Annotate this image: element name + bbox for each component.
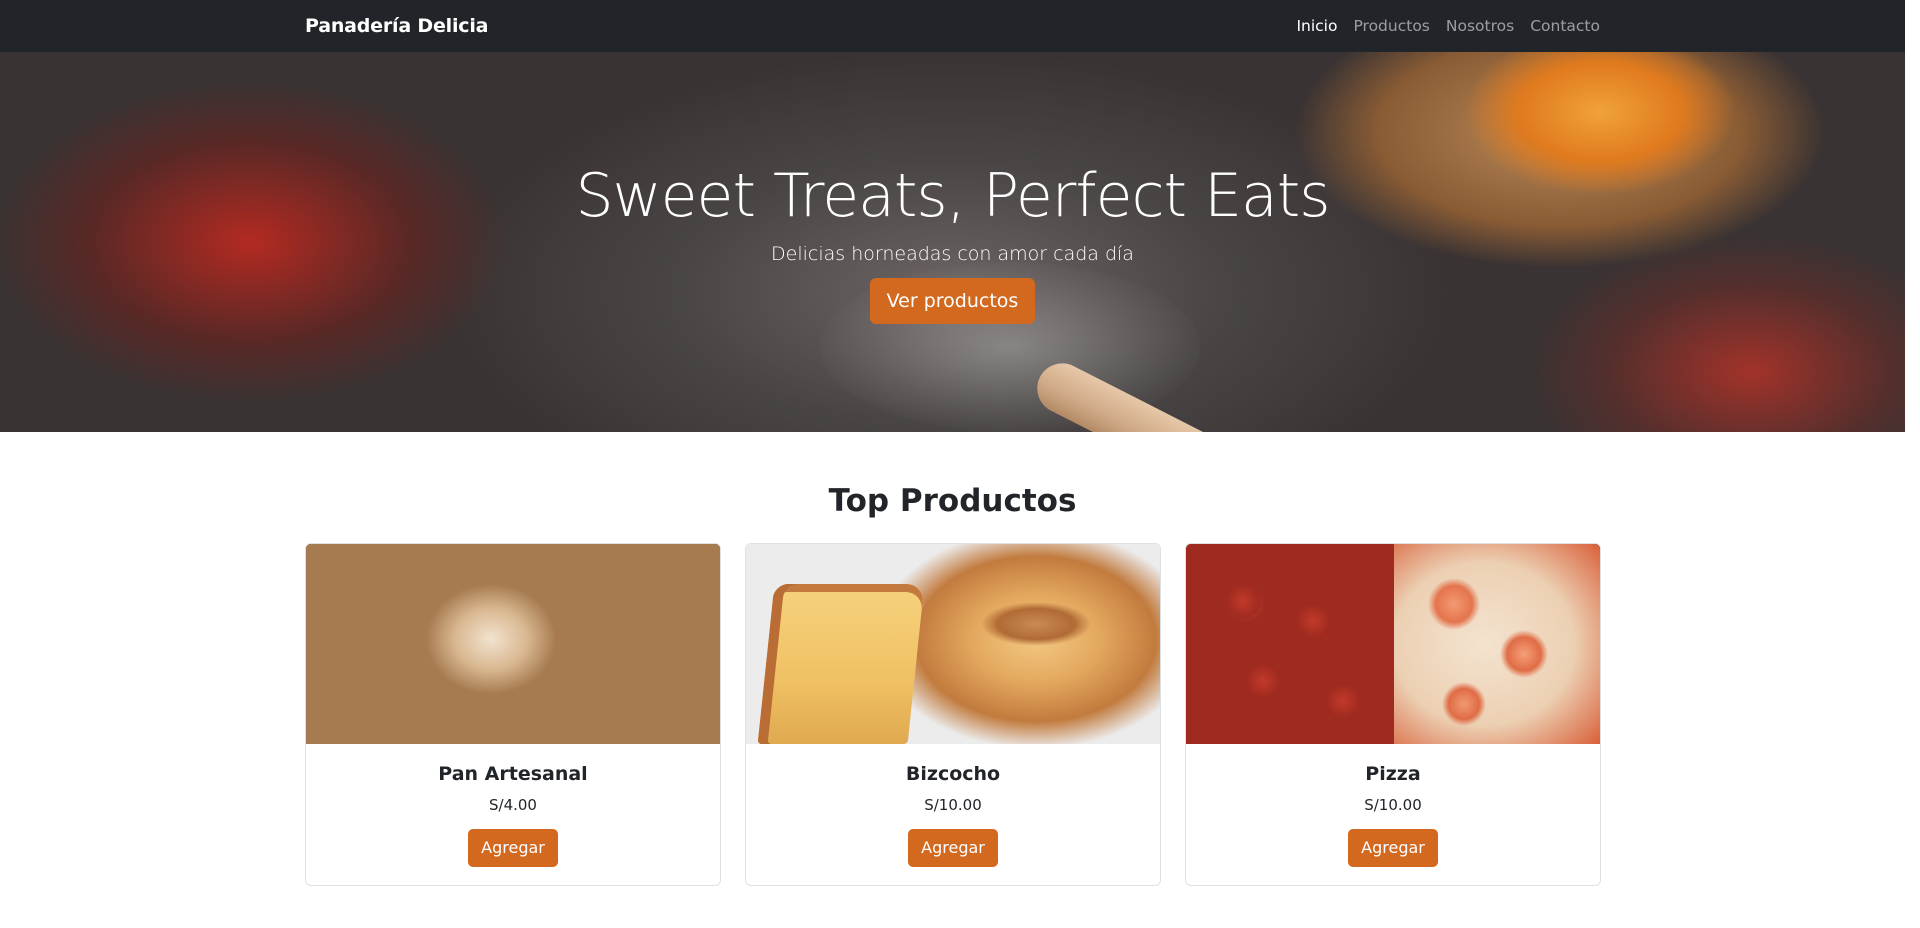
hero-content: Sweet Treats, Perfect Eats Delicias horn… — [0, 158, 1905, 324]
nav-link-contacto[interactable]: Contacto — [1530, 17, 1600, 35]
nav-link-productos[interactable]: Productos — [1353, 17, 1429, 35]
sponge-cake-image — [746, 544, 1160, 744]
product-name: Pan Artesanal — [438, 763, 588, 785]
product-name: Bizcocho — [905, 763, 1001, 785]
pepperoni-decoration — [1326, 684, 1360, 718]
pizza-image — [1186, 544, 1600, 744]
navbar-container: Panadería Delicia Inicio Productos Nosot… — [305, 0, 1600, 52]
product-name: Pizza — [1365, 763, 1421, 785]
pepperoni-decoration — [1226, 584, 1260, 618]
seafood-pizza-half — [1394, 544, 1600, 744]
hero-subtitle: Delicias horneadas con amor cada día — [771, 243, 1134, 265]
product-card: Bizcocho S/10.00 Agregar — [745, 543, 1161, 886]
add-to-cart-button[interactable]: Agregar — [908, 829, 998, 867]
add-to-cart-button[interactable]: Agregar — [1348, 829, 1438, 867]
pepperoni-decoration — [1246, 664, 1280, 698]
nav-links: Inicio Productos Nosotros Contacto — [1296, 17, 1600, 35]
card-body: Pan Artesanal S/4.00 Agregar — [306, 744, 720, 867]
product-price: S/10.00 — [1364, 796, 1422, 814]
product-cards: Pan Artesanal S/4.00 Agregar Bizcocho S/… — [305, 543, 1601, 886]
brand-logo-link[interactable]: Panadería Delicia — [305, 15, 488, 37]
product-price: S/10.00 — [924, 796, 982, 814]
nav-link-nosotros[interactable]: Nosotros — [1446, 17, 1514, 35]
product-price: S/4.00 — [489, 796, 537, 814]
hero-banner: Sweet Treats, Perfect Eats Delicias horn… — [0, 52, 1905, 432]
nav-link-inicio[interactable]: Inicio — [1296, 17, 1337, 35]
card-body: Pizza S/10.00 Agregar — [1186, 744, 1600, 867]
product-card: Pizza S/10.00 Agregar — [1185, 543, 1601, 886]
card-body: Bizcocho S/10.00 Agregar — [746, 744, 1160, 867]
product-card: Pan Artesanal S/4.00 Agregar — [305, 543, 721, 886]
pepperoni-decoration — [1296, 604, 1330, 638]
navbar: Panadería Delicia Inicio Productos Nosot… — [0, 0, 1905, 52]
bread-rolls-image — [306, 544, 720, 744]
view-products-button[interactable]: Ver productos — [869, 278, 1036, 324]
section-title: Top Productos — [828, 483, 1077, 519]
hero-title: Sweet Treats, Perfect Eats — [575, 161, 1330, 231]
add-to-cart-button[interactable]: Agregar — [468, 829, 558, 867]
cake-slice-decoration — [757, 584, 925, 744]
